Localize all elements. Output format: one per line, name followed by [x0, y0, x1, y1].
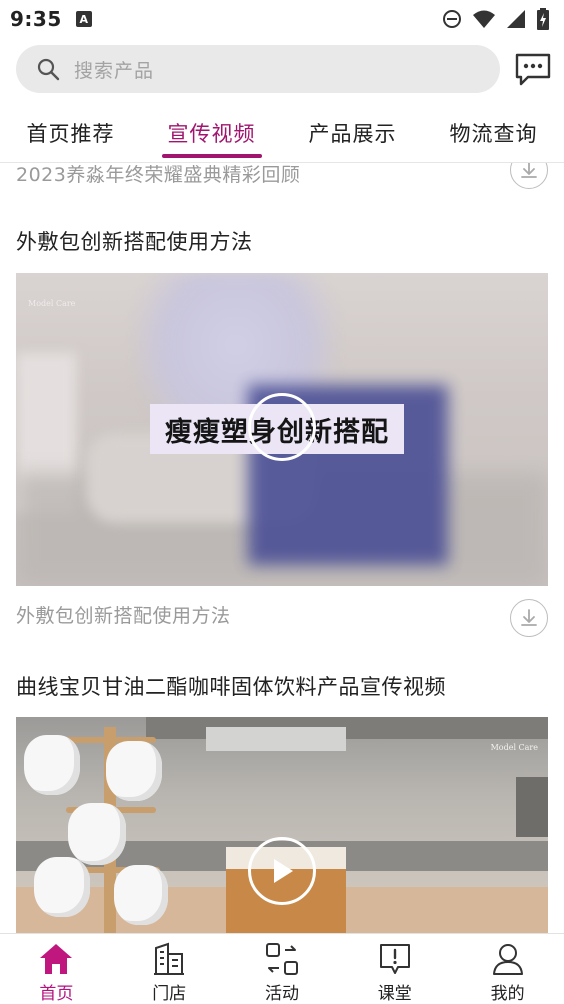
- previous-video-caption: 2023养淼年终荣耀盛典精彩回顾: [16, 164, 301, 186]
- download-icon: [521, 609, 537, 626]
- status-icons: [442, 8, 550, 30]
- tab-logistics[interactable]: 物流查询: [423, 104, 564, 162]
- category-tabs: 首页推荐 宣传视频 产品展示 物流查询: [0, 104, 564, 162]
- message-button[interactable]: [514, 52, 552, 88]
- nav-label: 活动: [264, 984, 299, 1004]
- thumbnail-art: [114, 865, 168, 925]
- thumbnail-art: [516, 777, 548, 837]
- home-icon: [38, 942, 74, 976]
- signal-icon: [507, 10, 525, 28]
- nav-label: 课堂: [377, 984, 412, 1004]
- download-button[interactable]: [510, 599, 548, 637]
- video-feed[interactable]: 2023养淼年终荣耀盛典精彩回顾 外敷包创新搭配使用方法 Model Care …: [0, 163, 564, 933]
- download-icon: [521, 163, 537, 178]
- bottom-navigation: 首页 门店 活动 课堂 我的: [0, 933, 564, 1004]
- activity-icon: [264, 942, 300, 976]
- search-placeholder: 搜索产品: [74, 59, 155, 82]
- status-time: 9:35: [10, 7, 62, 31]
- profile-icon: [490, 942, 526, 976]
- thumbnail-art: [24, 735, 80, 795]
- brand-watermark: Model Care: [490, 743, 538, 752]
- do-not-disturb-icon: [443, 10, 461, 28]
- search-input[interactable]: 搜索产品: [16, 45, 500, 93]
- message-icon: [515, 53, 551, 86]
- play-icon: [269, 413, 295, 441]
- video-caption: 外敷包创新搭配使用方法: [16, 605, 231, 627]
- download-button[interactable]: [510, 163, 548, 189]
- thumbnail-art: [106, 741, 162, 801]
- play-icon: [274, 859, 293, 883]
- wifi-icon: [473, 10, 495, 28]
- nav-label: 首页: [39, 984, 74, 1004]
- video-thumbnail[interactable]: Model Care 瘦瘦塑身创新搭配: [16, 273, 548, 586]
- nav-item-activity[interactable]: 活动: [226, 934, 339, 1004]
- search-icon: [37, 58, 60, 81]
- status-bar: 9:35 A: [0, 0, 564, 38]
- active-tab-indicator: [162, 154, 262, 158]
- video-title[interactable]: 外敷包创新搭配使用方法: [16, 226, 253, 256]
- thumbnail-art: [68, 803, 126, 865]
- thumbnail-art: [34, 857, 90, 917]
- tab-product-display[interactable]: 产品展示: [282, 104, 423, 162]
- video-title[interactable]: 曲线宝贝甘油二酯咖啡固体饮料产品宣传视频: [16, 671, 446, 701]
- play-button[interactable]: [248, 837, 316, 905]
- thumbnail-art: [206, 727, 346, 751]
- classroom-icon: [377, 942, 413, 976]
- nav-item-home[interactable]: 首页: [0, 934, 113, 1004]
- nav-label: 我的: [490, 984, 525, 1004]
- store-icon: [151, 942, 187, 976]
- nav-item-store[interactable]: 门店: [113, 934, 226, 1004]
- nav-item-profile[interactable]: 我的: [451, 934, 564, 1004]
- nav-item-classroom[interactable]: 课堂: [338, 934, 451, 1004]
- nav-label: 门店: [152, 984, 187, 1004]
- play-button[interactable]: [248, 393, 316, 461]
- video-thumbnail[interactable]: Model Care: [16, 717, 548, 933]
- battery-icon: [537, 8, 549, 30]
- brand-watermark: Model Care: [28, 299, 76, 308]
- search-row: 搜索产品: [0, 44, 564, 96]
- notification-a-icon: A: [75, 11, 92, 27]
- tab-home-recommend[interactable]: 首页推荐: [0, 104, 141, 162]
